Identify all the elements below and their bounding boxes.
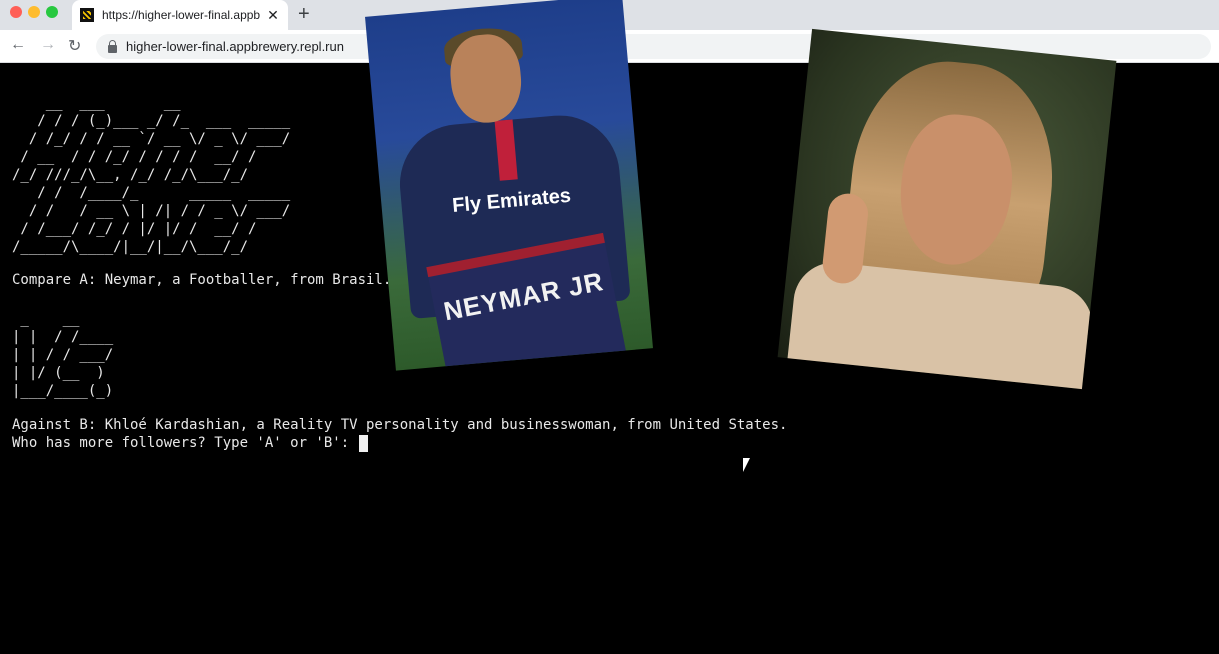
- higher-lower-logo-ascii: __ ___ __ / / / (_)___ _/ /_ ___ _____ /…: [12, 95, 291, 255]
- vs-ascii-art: _ __ | | / /____ | | / / ___/ | |/ (__ )…: [12, 311, 114, 399]
- replit-favicon-icon: [80, 8, 94, 22]
- jersey-name-text: NEYMAR JR: [441, 266, 607, 327]
- prompt-text: Who has more followers? Type 'A' or 'B':: [12, 435, 358, 451]
- back-arrow-icon[interactable]: ←: [10, 36, 26, 54]
- active-tab[interactable]: https://higher-lower-final.appb ✕: [72, 0, 288, 30]
- forward-arrow-icon[interactable]: →: [40, 36, 56, 54]
- close-window-button[interactable]: [10, 6, 22, 18]
- photo-khloe-kardashian: [777, 28, 1117, 390]
- reload-icon[interactable]: ↻: [68, 36, 81, 56]
- text-cursor: [358, 434, 368, 452]
- against-b-text: Against B: Khloé Kardashian, a Reality T…: [12, 417, 788, 433]
- minimize-window-button[interactable]: [28, 6, 40, 18]
- url-text[interactable]: higher-lower-final.appbrewery.repl.run: [126, 39, 344, 54]
- mouse-pointer-icon: [743, 458, 750, 472]
- compare-a-text: Compare A: Neymar, a Footballer, from Br…: [12, 272, 392, 288]
- prompt-row: Who has more followers? Type 'A' or 'B':: [12, 434, 408, 452]
- maximize-window-button[interactable]: [46, 6, 58, 18]
- tab-title: https://higher-lower-final.appb: [102, 8, 260, 22]
- photo-neymar: Fly Emirates NEYMAR JR: [365, 0, 653, 371]
- answer-input[interactable]: [367, 434, 408, 452]
- lock-icon[interactable]: [108, 39, 117, 53]
- new-tab-button[interactable]: +: [298, 3, 310, 26]
- close-tab-icon[interactable]: ✕: [266, 7, 280, 24]
